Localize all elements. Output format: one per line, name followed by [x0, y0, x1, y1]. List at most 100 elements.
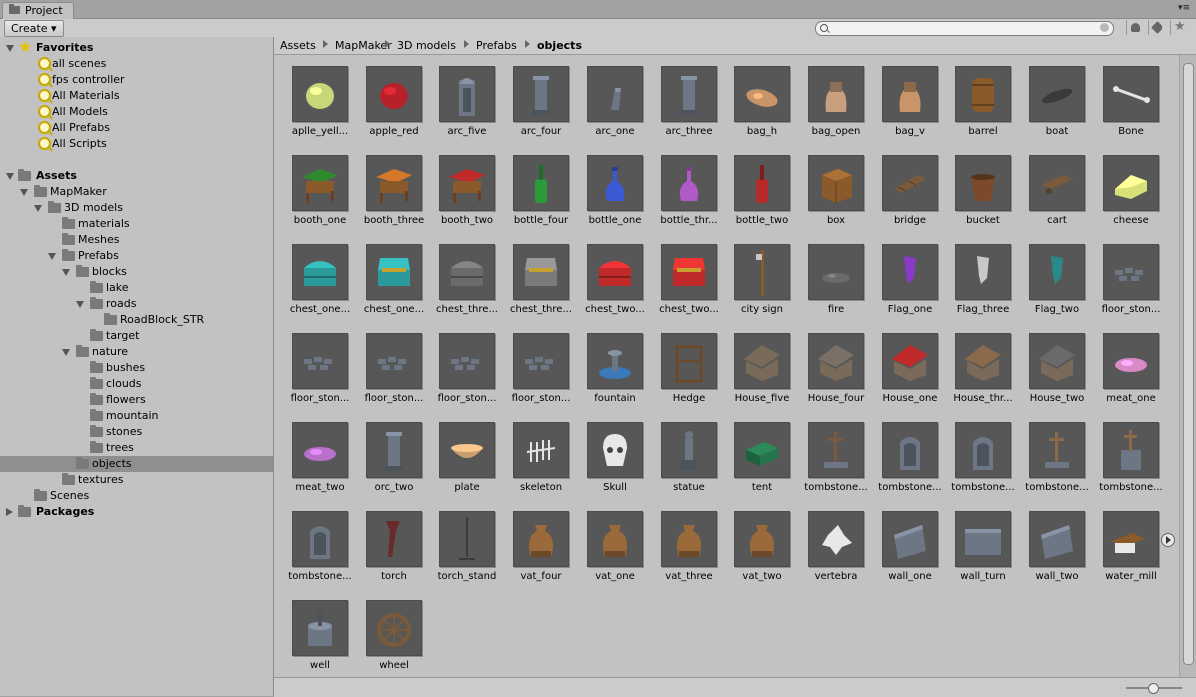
asset-thumbnail[interactable] — [513, 244, 569, 300]
search-by-type-button[interactable] — [1126, 20, 1145, 35]
asset-thumbnail[interactable] — [439, 511, 495, 567]
asset-item[interactable]: cheese — [1095, 153, 1167, 239]
breadcrumb-assets[interactable]: Assets — [280, 39, 316, 52]
asset-thumbnail[interactable] — [955, 422, 1011, 478]
slider-knob[interactable] — [1148, 683, 1159, 694]
scrollbar-thumb[interactable] — [1183, 63, 1194, 665]
asset-thumbnail[interactable] — [808, 333, 864, 389]
breadcrumb-prefabs[interactable]: Prefabs — [476, 39, 517, 52]
asset-thumbnail[interactable] — [292, 600, 348, 656]
asset-thumbnail[interactable] — [734, 66, 790, 122]
tree-item-target[interactable]: target — [0, 328, 273, 344]
asset-item[interactable]: wheel — [358, 598, 430, 684]
search-by-label-button[interactable] — [1148, 20, 1167, 35]
tree-item-bushes[interactable]: bushes — [0, 360, 273, 376]
asset-item[interactable]: barrel — [947, 64, 1019, 150]
tree-item-all-materials[interactable]: All Materials — [0, 88, 273, 104]
asset-item[interactable]: House_thr... — [947, 331, 1019, 417]
asset-thumbnail[interactable] — [366, 511, 422, 567]
asset-thumbnail[interactable] — [734, 155, 790, 211]
asset-item[interactable]: tombstone... — [947, 420, 1019, 506]
asset-item[interactable]: water_mill — [1095, 509, 1167, 595]
asset-thumbnail[interactable] — [1029, 333, 1085, 389]
asset-thumbnail[interactable] — [882, 333, 938, 389]
asset-thumbnail[interactable] — [439, 155, 495, 211]
asset-item[interactable]: floor_ston... — [284, 331, 356, 417]
asset-thumbnail[interactable] — [808, 155, 864, 211]
asset-thumbnail[interactable] — [734, 422, 790, 478]
asset-item[interactable]: arc_five — [431, 64, 503, 150]
asset-thumbnail[interactable] — [439, 66, 495, 122]
asset-thumbnail[interactable] — [513, 155, 569, 211]
tree-item-roads[interactable]: roads — [0, 296, 273, 312]
asset-item[interactable]: torch_stand — [431, 509, 503, 595]
clear-search-icon[interactable] — [1100, 23, 1109, 32]
asset-item[interactable]: aplle_yell... — [284, 64, 356, 150]
expand-arrow-open-icon[interactable] — [20, 189, 28, 196]
asset-thumbnail[interactable] — [661, 155, 717, 211]
asset-thumbnail[interactable] — [661, 511, 717, 567]
asset-item[interactable]: chest_thre... — [431, 242, 503, 328]
asset-item[interactable]: bag_h — [726, 64, 798, 150]
tree-item-lake[interactable]: lake — [0, 280, 273, 296]
asset-item[interactable]: fountain — [579, 331, 651, 417]
asset-item[interactable]: boat — [1021, 64, 1093, 150]
tree-item-mountain[interactable]: mountain — [0, 408, 273, 424]
asset-item[interactable]: bottle_thr... — [653, 153, 725, 239]
asset-item[interactable]: House_five — [726, 331, 798, 417]
expand-arrow-open-icon[interactable] — [34, 205, 42, 212]
tab-project[interactable]: Project — [2, 2, 74, 19]
asset-thumbnail[interactable] — [439, 333, 495, 389]
asset-item[interactable]: tombstone... — [800, 420, 872, 506]
tree-item-favorites[interactable]: ★ Favorites — [0, 37, 273, 56]
asset-thumbnail[interactable] — [955, 333, 1011, 389]
asset-item[interactable]: tombstone... — [1021, 420, 1093, 506]
asset-item[interactable]: Flag_three — [947, 242, 1019, 328]
asset-thumbnail[interactable] — [292, 333, 348, 389]
asset-item[interactable]: House_four — [800, 331, 872, 417]
asset-item[interactable]: chest_one... — [358, 242, 430, 328]
icon-size-slider[interactable] — [1126, 683, 1182, 694]
asset-thumbnail[interactable] — [439, 422, 495, 478]
asset-thumbnail[interactable] — [513, 511, 569, 567]
asset-thumbnail[interactable] — [734, 244, 790, 300]
asset-item[interactable]: chest_thre... — [505, 242, 577, 328]
asset-thumbnail[interactable] — [661, 66, 717, 122]
tree-item-all-scripts[interactable]: All Scripts — [0, 136, 273, 152]
asset-item[interactable]: arc_one — [579, 64, 651, 150]
asset-item[interactable]: bag_open — [800, 64, 872, 150]
asset-thumbnail[interactable] — [661, 422, 717, 478]
asset-thumbnail[interactable] — [513, 422, 569, 478]
asset-thumbnail[interactable] — [1103, 333, 1159, 389]
asset-thumbnail[interactable] — [292, 66, 348, 122]
asset-thumbnail[interactable] — [882, 511, 938, 567]
asset-item[interactable]: bottle_one — [579, 153, 651, 239]
asset-item[interactable]: vat_one — [579, 509, 651, 595]
asset-thumbnail[interactable] — [1103, 244, 1159, 300]
tree-item-stones[interactable]: stones — [0, 424, 273, 440]
asset-thumbnail[interactable] — [587, 422, 643, 478]
asset-thumbnail[interactable] — [1029, 155, 1085, 211]
asset-item[interactable]: orc_two — [358, 420, 430, 506]
asset-item[interactable]: booth_one — [284, 153, 356, 239]
asset-item[interactable]: box — [800, 153, 872, 239]
tree-item-3d-models[interactable]: 3D models — [0, 200, 273, 216]
asset-thumbnail[interactable] — [734, 333, 790, 389]
asset-item[interactable]: tombstone... — [1095, 420, 1167, 506]
breadcrumb-mapmaker[interactable]: MapMaker — [335, 39, 392, 52]
asset-item[interactable]: bottle_two — [726, 153, 798, 239]
save-search-button[interactable]: ★ — [1170, 19, 1189, 35]
asset-item[interactable]: meat_one — [1095, 331, 1167, 417]
asset-item[interactable]: booth_two — [431, 153, 503, 239]
asset-item[interactable]: Skull — [579, 420, 651, 506]
asset-item[interactable]: arc_three — [653, 64, 725, 150]
asset-thumbnail[interactable] — [587, 333, 643, 389]
asset-thumbnail[interactable] — [1029, 66, 1085, 122]
tree-item-nature[interactable]: nature — [0, 344, 273, 360]
asset-item[interactable]: fire — [800, 242, 872, 328]
tree-item-meshes[interactable]: Meshes — [0, 232, 273, 248]
expand-arrow-open-icon[interactable] — [76, 301, 84, 308]
window-menu-icon[interactable]: ▾≡ — [1178, 3, 1190, 13]
asset-item[interactable]: cart — [1021, 153, 1093, 239]
asset-thumbnail[interactable] — [882, 66, 938, 122]
